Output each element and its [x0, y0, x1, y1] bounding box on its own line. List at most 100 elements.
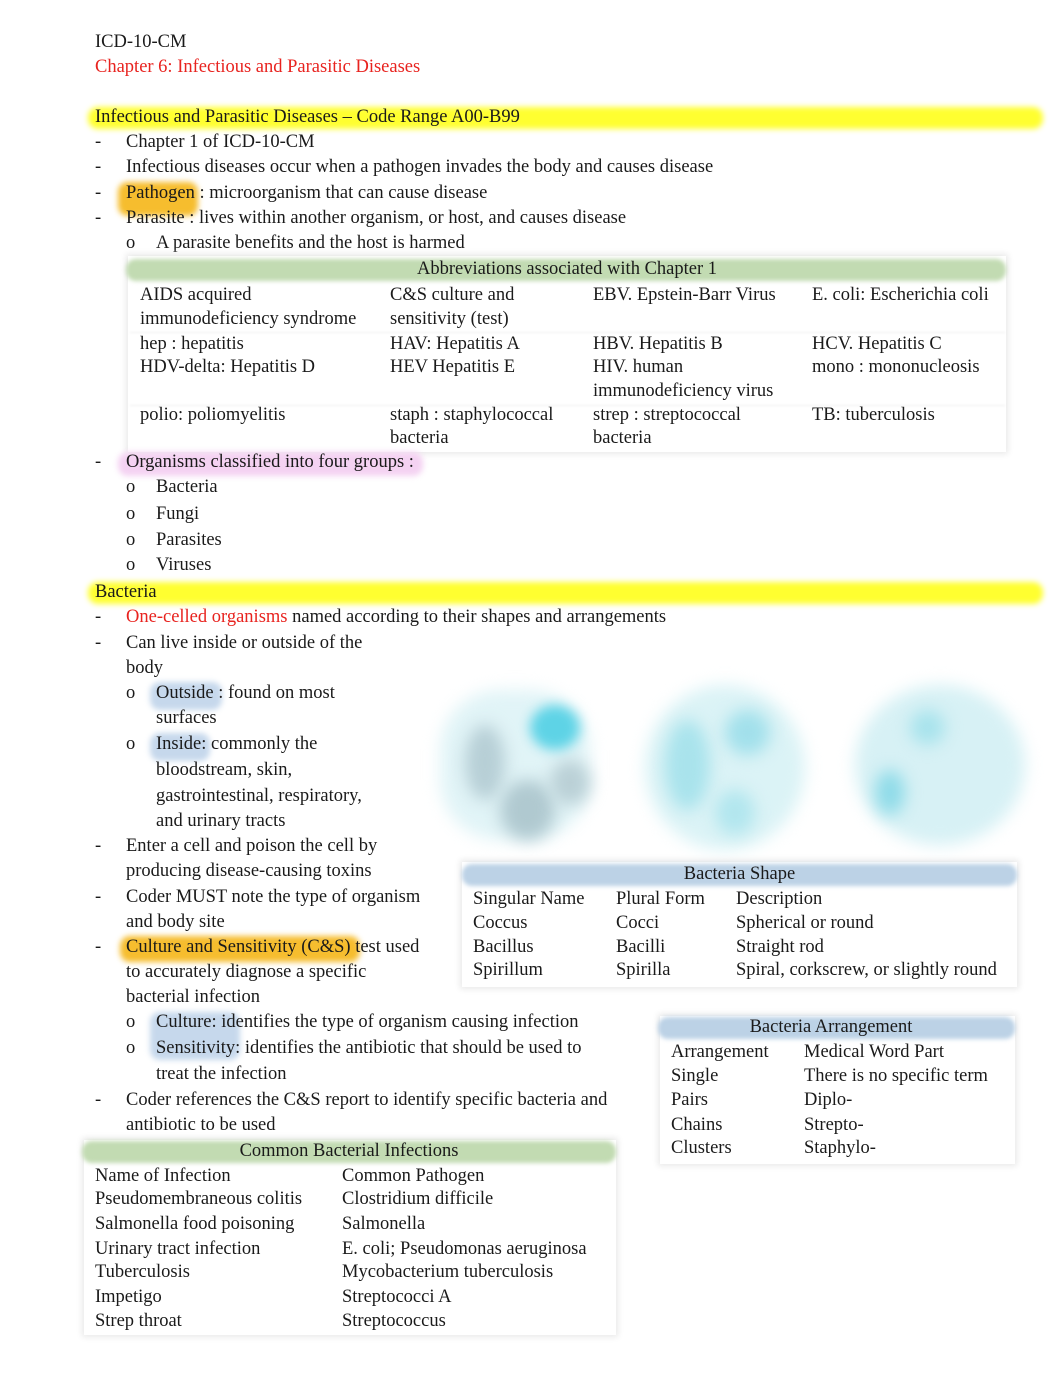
dash-bullet: - — [95, 887, 102, 907]
organisms-intro: Organisms classified into four groups : — [126, 452, 414, 472]
chapter-title: Chapter 6: Infectious and Parasitic Dise… — [95, 57, 421, 77]
term-parasite: Parasite — [126, 208, 185, 228]
cell: Clostridium difficile — [342, 1189, 494, 1209]
circle-bullet: o — [126, 683, 136, 703]
abbrev-cell: bacteria — [593, 428, 652, 448]
circle-bullet: o — [126, 477, 136, 497]
abbrev-cell: TB: tuberculosis — [812, 405, 935, 425]
abbrev-cell: mono : mononucleosis — [812, 357, 980, 377]
column-header: Name of Infection — [95, 1166, 231, 1186]
abbrev-cell: hep : hepatitis — [140, 334, 244, 354]
table-title: Abbreviations associated with Chapter 1 — [416, 259, 718, 279]
list-item: Can live inside or outside of the — [126, 633, 363, 653]
cell: Spiral, corkscrew, or slightly round — [736, 960, 997, 980]
abbrev-cell: immunodeficiency virus — [593, 381, 774, 401]
cell: Streptococcus — [342, 1311, 446, 1331]
cell: E. coli; Pseudomonas aeruginosa — [342, 1239, 587, 1259]
cell: Chains — [671, 1115, 723, 1135]
list-item: Chapter 1 of ICD-10-CM — [126, 132, 315, 152]
list-item: Enter a cell and poison the cell by — [126, 836, 378, 856]
column-header: Arrangement — [671, 1042, 769, 1062]
list-item: Coder MUST note the type of organism — [126, 887, 421, 907]
definition: : microorganism that can cause disease — [194, 183, 488, 203]
abbrev-cell: bacteria — [390, 428, 449, 448]
list-item: Coder references the C&S report to ident… — [126, 1090, 608, 1110]
term-one-celled: One-celled organisms — [126, 607, 288, 627]
definition: named according to their shapes and arra… — [287, 607, 667, 627]
cell: Spirilla — [616, 960, 671, 980]
organism-group: Bacteria — [156, 477, 218, 497]
cell: Single — [671, 1066, 719, 1086]
definition: : identifies the antibiotic that should … — [235, 1038, 582, 1058]
list-item-cont: and urinary tracts — [156, 811, 286, 831]
list-item-cont: antibiotic to be used — [126, 1115, 276, 1135]
definition: : identifies the type of organism causin… — [211, 1012, 579, 1032]
dash-bullet: - — [95, 157, 102, 177]
circle-bullet: o — [126, 734, 136, 754]
cell: Tuberculosis — [95, 1262, 190, 1282]
column-header: Common Pathogen — [342, 1166, 485, 1186]
cell: Salmonella food poisoning — [95, 1214, 295, 1234]
dash-bullet: - — [95, 836, 102, 856]
abbrev-cell: sensitivity (test) — [390, 309, 509, 329]
circle-bullet: o — [126, 504, 136, 524]
abbrev-cell: E. coli: Escherichia coli — [812, 285, 989, 305]
list-item-cont: gastrointestinal, respiratory, — [156, 786, 362, 806]
list-item-culture: Culture: identifies the type of organism… — [156, 1010, 579, 1035]
circle-bullet: o — [126, 1038, 136, 1058]
term-outside: Outside — [156, 683, 214, 703]
cell: Coccus — [473, 913, 528, 933]
definition: test used — [350, 937, 420, 957]
circle-bullet: o — [126, 233, 136, 253]
term-sensitivity: Sensitivity — [156, 1038, 236, 1058]
bacteria-illustration-1 — [430, 680, 600, 840]
list-item-cont: to accurately diagnose a specific — [126, 962, 367, 982]
dash-bullet: - — [95, 452, 102, 472]
list-item-pathogen: Pathogen : microorganism that can cause … — [126, 181, 487, 206]
term-culture-sensitivity: Culture and Sensitivity (C&S) — [126, 937, 351, 957]
cell: Cocci — [616, 913, 660, 933]
list-item-one-celled: One-celled organisms named according to … — [126, 605, 666, 630]
cell: Urinary tract infection — [95, 1239, 261, 1259]
abbrev-cell: strep : streptococcal — [593, 405, 741, 425]
list-item-cont: bacterial infection — [126, 987, 261, 1007]
cell: Strepto- — [804, 1115, 864, 1135]
cell: Bacilli — [616, 937, 666, 957]
term-inside: Inside — [156, 734, 202, 754]
list-item-parasite: Parasite : lives within another organism… — [126, 206, 626, 231]
dash-bullet: - — [95, 937, 102, 957]
term-culture: Culture — [156, 1012, 212, 1032]
column-header: Description — [736, 889, 823, 909]
table-title: Common Bacterial Infections — [239, 1141, 459, 1161]
cell: Spirillum — [473, 960, 543, 980]
dash-bullet: - — [95, 208, 102, 228]
circle-bullet: o — [126, 555, 136, 575]
bacteria-illustration-2 — [640, 680, 810, 850]
list-item-cont: producing disease-causing toxins — [126, 861, 372, 881]
organism-group: Fungi — [156, 504, 200, 524]
column-header: Medical Word Part — [804, 1042, 944, 1062]
list-item-cont: and body site — [126, 912, 225, 932]
cell: Streptococci A — [342, 1287, 452, 1307]
cell: Pairs — [671, 1090, 708, 1110]
definition: : commonly the — [201, 734, 318, 754]
bacteria-illustrations — [410, 650, 1050, 850]
cell: Salmonella — [342, 1214, 426, 1234]
list-item-cs: Culture and Sensitivity (C&S) test used — [126, 935, 419, 960]
dash-bullet: - — [95, 132, 102, 152]
abbrev-cell: HIV. human — [593, 357, 684, 377]
abbrev-cell: HAV: Hepatitis A — [390, 334, 520, 354]
list-item-inside: Inside: commonly the — [156, 732, 317, 757]
definition: : found on most — [213, 683, 335, 703]
cell: Impetigo — [95, 1287, 162, 1307]
list-item-cont: bloodstream, skin, — [156, 760, 293, 780]
cell: Pseudomembraneous colitis — [95, 1189, 303, 1209]
abbrev-cell: AIDS acquired — [140, 285, 252, 305]
abbrev-cell: HDV-delta: Hepatitis D — [140, 357, 316, 377]
heading-highlight — [88, 582, 1043, 604]
cell: Straight rod — [736, 937, 824, 957]
section-heading-bacteria: Bacteria — [95, 582, 157, 602]
table-title: Bacteria Shape — [683, 864, 796, 884]
cell: Diplo- — [804, 1090, 853, 1110]
cell: Spherical or round — [736, 913, 874, 933]
